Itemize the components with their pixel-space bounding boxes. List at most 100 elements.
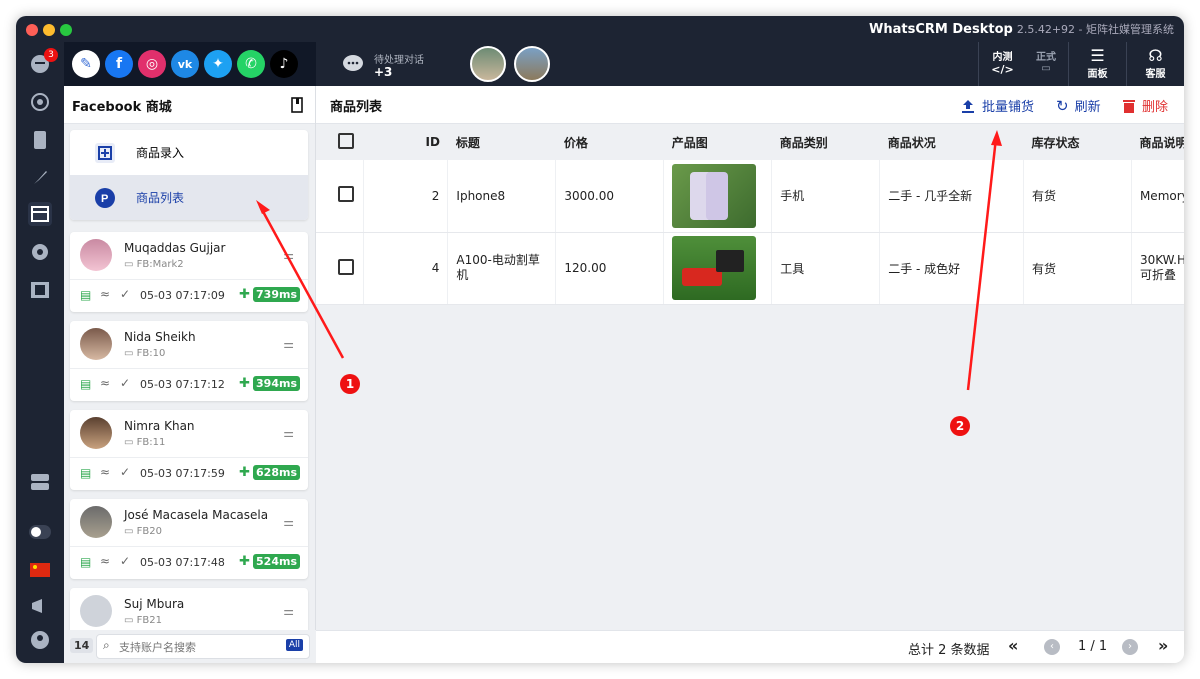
account-settings-icon[interactable]: ⚌ xyxy=(283,515,294,529)
prev-page-icon[interactable]: ‹ xyxy=(1044,639,1060,655)
account-name: Nida Sheikh xyxy=(124,330,196,344)
cell-stock: 有货 xyxy=(1023,160,1132,233)
fb-id-text: FB:11 xyxy=(136,437,166,448)
rail-user-icon[interactable] xyxy=(28,628,52,652)
select-all-checkbox[interactable] xyxy=(338,132,354,149)
cell-price: 3000.00 xyxy=(555,160,665,233)
account-settings-icon[interactable]: ⚌ xyxy=(283,604,294,618)
cell-category: 手机 xyxy=(771,160,881,233)
col-stock[interactable]: 库存状态 xyxy=(1023,124,1132,160)
account-settings-icon[interactable]: ⚌ xyxy=(283,248,294,262)
col-id[interactable]: ID xyxy=(363,124,448,160)
rail-megaphone-icon[interactable] xyxy=(28,594,52,618)
menu-item-product-list[interactable]: P 商品列表 xyxy=(70,175,308,220)
account-card[interactable]: Muqaddas Gujjar ▭ FB:Mark2 ⚌ ▤ ≈ ✓ 05-03… xyxy=(70,232,308,312)
table-row[interactable]: 4 A100-电动割草机 120.00 工具 二手 - 成色好 有货 30KW.… xyxy=(316,232,1184,305)
page-indicator: 1 / 1 xyxy=(1078,639,1108,654)
add-box-icon xyxy=(95,143,115,163)
theme-toggle[interactable] xyxy=(28,520,52,544)
table-row[interactable]: 2 Iphone8 3000.00 手机 二手 - 几乎全新 有货 Memory xyxy=(316,160,1184,233)
left-panel: Facebook 商城 商品录入 P 商品列表 Muqaddas Gujjar … xyxy=(64,86,316,663)
row-checkbox[interactable] xyxy=(338,186,354,203)
add-user-icon[interactable]: ✚ xyxy=(239,376,250,391)
laptop-icon: ▭ xyxy=(124,437,137,448)
whatsapp-icon[interactable]: ✆ xyxy=(237,50,265,78)
col-category[interactable]: 商品类别 xyxy=(771,124,880,160)
add-user-icon[interactable]: ✚ xyxy=(239,554,250,569)
rail-film-icon[interactable] xyxy=(28,278,52,302)
account-card[interactable]: Nimra Khan ▭ FB:11 ⚌ ▤ ≈ ✓ 05-03 07:17:5… xyxy=(70,410,308,490)
fb-id-text: FB21 xyxy=(136,615,162,626)
rail-store-icon[interactable] xyxy=(28,202,52,226)
rail-server-icon[interactable] xyxy=(28,470,52,494)
col-image[interactable]: 产品图 xyxy=(663,124,772,160)
col-condition[interactable]: 商品状况 xyxy=(879,124,1024,160)
pending-count: +3 xyxy=(374,65,393,79)
col-price[interactable]: 价格 xyxy=(555,124,664,160)
bulk-listing-button[interactable]: 批量铺货 xyxy=(960,96,1034,115)
laptop-icon: ▭ xyxy=(124,615,137,626)
env-switch-beta[interactable]: 内测 </> xyxy=(978,42,1026,86)
tiktok-icon[interactable]: ♪ xyxy=(270,50,298,78)
pending-avatar-facebook[interactable] xyxy=(514,46,550,82)
twitter-icon[interactable]: ✦ xyxy=(204,50,232,78)
support-button[interactable]: ☊ 客服 xyxy=(1126,42,1184,86)
table-header-row: ID 标题 价格 产品图 商品类别 商品状况 库存状态 商品说明 xyxy=(316,124,1184,160)
refresh-button[interactable]: ↻ 刷新 xyxy=(1056,96,1101,116)
account-fb-id: ▭ FB20 xyxy=(124,526,162,537)
add-user-icon[interactable]: ✚ xyxy=(239,465,250,480)
annotation-marker-2: 2 xyxy=(950,416,970,436)
row-checkbox[interactable] xyxy=(338,258,354,275)
social-platforms: ✎ f ◎ vk ✦ ✆ ♪ xyxy=(64,42,316,86)
fb-id-text: FB:10 xyxy=(136,348,166,359)
account-search-field[interactable]: ⌕ All xyxy=(96,634,310,659)
instagram-icon[interactable]: ◎ xyxy=(138,50,166,78)
account-settings-icon[interactable]: ⚌ xyxy=(283,337,294,351)
rail-robot-icon[interactable] xyxy=(28,240,52,264)
last-page-icon[interactable]: » xyxy=(1158,636,1168,655)
account-search-input[interactable] xyxy=(119,638,269,656)
cell-condition: 二手 - 成色好 xyxy=(879,232,1025,305)
rail-browser-icon[interactable] xyxy=(28,90,52,114)
wifi-icon: ≈ xyxy=(100,465,111,479)
product-entry-label: 商品录入 xyxy=(136,146,185,160)
account-card[interactable]: Nida Sheikh ▭ FB:10 ⚌ ▤ ≈ ✓ 05-03 07:17:… xyxy=(70,321,308,401)
account-card[interactable]: José Macasela Macasela ▭ FB20 ⚌ ▤ ≈ ✓ 05… xyxy=(70,499,308,579)
app-title: WhatsCRM Desktop 2.5.42+92 - 矩阵社媒管理系统 xyxy=(869,21,1174,37)
shop-menu: 商品录入 P 商品列表 xyxy=(70,130,308,220)
minimize-window-button[interactable] xyxy=(43,24,55,36)
language-flag-icon[interactable] xyxy=(28,558,52,582)
product-list-label: 商品列表 xyxy=(136,191,185,205)
account-settings-icon[interactable]: ⚌ xyxy=(283,426,294,440)
menu-item-product-entry[interactable]: 商品录入 xyxy=(70,130,308,175)
vk-icon[interactable]: vk xyxy=(171,50,199,78)
product-thumbnail-mower[interactable] xyxy=(672,236,757,300)
code-icon: </> xyxy=(991,63,1014,76)
cell-category: 工具 xyxy=(771,232,881,305)
pending-avatar-whatsapp[interactable] xyxy=(470,46,506,82)
latency-badge: 394ms xyxy=(253,376,300,391)
upload-icon xyxy=(962,99,974,113)
env-switch-release[interactable]: 正式 ▭ xyxy=(1026,42,1066,86)
close-window-button[interactable] xyxy=(26,24,38,36)
rail-rocket-icon[interactable] xyxy=(28,166,52,190)
all-filter-button[interactable]: All xyxy=(285,639,303,651)
panel-button[interactable]: ☰ 面板 xyxy=(1068,42,1126,86)
rail-chat-icon[interactable]: 3 xyxy=(28,48,58,76)
maximize-window-button[interactable] xyxy=(60,24,72,36)
platform-feather-icon[interactable]: ✎ xyxy=(72,50,100,78)
next-page-icon[interactable]: › xyxy=(1122,639,1138,655)
add-user-icon[interactable]: ✚ xyxy=(239,287,250,302)
account-search-bar: 14 ⌕ All xyxy=(64,630,316,663)
product-thumbnail-iphone[interactable] xyxy=(672,163,757,228)
col-title[interactable]: 标题 xyxy=(447,124,556,160)
bookmark-icon[interactable] xyxy=(291,97,303,113)
col-description[interactable]: 商品说明 xyxy=(1131,124,1184,160)
cell-image xyxy=(663,232,773,305)
delete-button[interactable]: 删除 xyxy=(1122,96,1168,115)
facebook-icon[interactable]: f xyxy=(105,50,133,78)
last-active-time: 05-03 07:17:59 xyxy=(140,467,225,480)
account-card[interactable]: Suj Mbura ▭ FB21 ⚌ xyxy=(70,588,308,630)
rail-phone-icon[interactable] xyxy=(28,128,52,152)
first-page-icon[interactable]: « xyxy=(1008,636,1018,655)
